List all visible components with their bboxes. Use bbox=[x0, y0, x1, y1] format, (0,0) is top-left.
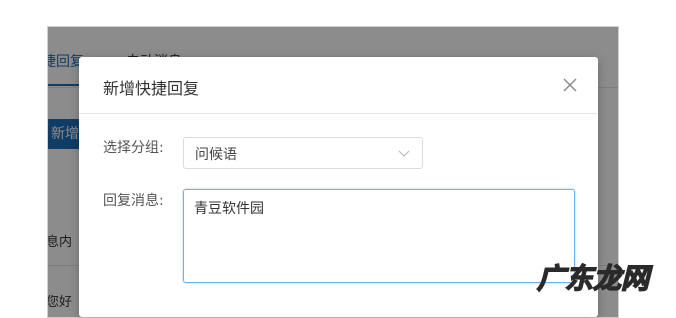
group-label: 选择分组: bbox=[103, 140, 164, 156]
add-quick-reply-dialog: 新增快捷回复 选择分组: 问候语 回复消息: 青豆软件园 bbox=[79, 57, 598, 317]
chevron-down-icon bbox=[398, 150, 410, 157]
message-label: 回复消息: bbox=[103, 193, 164, 209]
group-select[interactable]: 问候语 bbox=[183, 137, 423, 169]
close-button[interactable] bbox=[558, 73, 582, 97]
dialog-title: 新增快捷回复 bbox=[103, 79, 200, 98]
watermark-text: 广东龙网 bbox=[537, 262, 653, 295]
watermark-logo: 广东龙网 bbox=[536, 261, 653, 295]
message-text: 青豆软件园 bbox=[194, 201, 264, 217]
dialog-header: 新增快捷回复 bbox=[79, 57, 598, 114]
message-textarea[interactable]: 青豆软件园 bbox=[183, 189, 575, 283]
close-icon bbox=[563, 78, 577, 92]
group-select-value: 问候语 bbox=[195, 147, 237, 163]
